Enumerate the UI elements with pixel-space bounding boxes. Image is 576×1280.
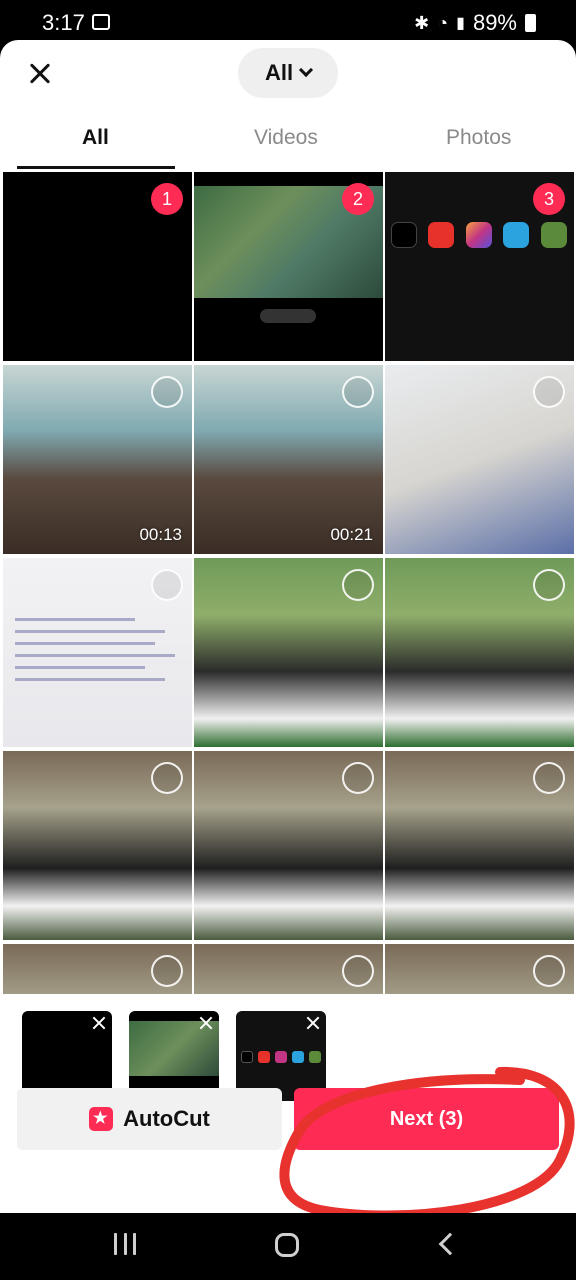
autocut-button[interactable]: AutoCut xyxy=(17,1088,282,1150)
grid-item[interactable]: 3 xyxy=(385,172,574,361)
autocut-label: AutoCut xyxy=(123,1106,210,1131)
grid-item[interactable]: 2 xyxy=(194,172,383,361)
grid-item[interactable] xyxy=(3,558,192,747)
recents-icon[interactable] xyxy=(114,1233,136,1255)
photo-icon xyxy=(92,14,110,30)
home-icon[interactable] xyxy=(275,1233,299,1257)
close-icon[interactable] xyxy=(20,54,60,94)
status-icons: ✱ ◔ ▮ 89% xyxy=(414,10,536,36)
grid-item[interactable] xyxy=(385,365,574,554)
chevron-down-icon xyxy=(298,62,314,78)
system-nav-bar xyxy=(0,1213,576,1280)
grid-item[interactable] xyxy=(3,751,192,940)
grid-item[interactable] xyxy=(385,558,574,747)
selection-number: 1 xyxy=(151,183,183,215)
grid-item[interactable] xyxy=(194,751,383,940)
next-button[interactable]: Next (3) xyxy=(294,1088,559,1150)
select-circle[interactable] xyxy=(151,762,183,794)
grid-item[interactable]: 1 xyxy=(3,172,192,361)
grid-item[interactable] xyxy=(194,944,383,994)
album-dropdown[interactable]: All xyxy=(238,48,338,98)
wifi-icon: ◔ xyxy=(437,12,449,33)
select-circle[interactable] xyxy=(342,569,374,601)
signal-icon: ▮ xyxy=(456,15,465,32)
remove-icon[interactable] xyxy=(304,1014,322,1032)
grid-item[interactable] xyxy=(3,944,192,994)
grid-item[interactable]: 00:21 xyxy=(194,365,383,554)
select-circle[interactable] xyxy=(533,955,565,987)
next-label: Next (3) xyxy=(389,1107,464,1130)
select-circle[interactable] xyxy=(533,376,565,408)
select-circle[interactable] xyxy=(151,376,183,408)
full-screen-label xyxy=(260,309,316,323)
select-circle[interactable] xyxy=(151,955,183,987)
album-label: All xyxy=(264,60,294,85)
back-icon[interactable] xyxy=(438,1232,462,1256)
tab-all[interactable]: All xyxy=(82,126,109,150)
status-bar: 3:17 ✱ ◔ ▮ 89% xyxy=(0,0,576,44)
media-picker-sheet: All All Videos Photos 1 2 3 00:13 00:21 … xyxy=(0,40,576,1213)
selection-number: 2 xyxy=(342,183,374,215)
grid-item[interactable] xyxy=(385,751,574,940)
autocut-icon xyxy=(89,1107,114,1131)
tab-indicator xyxy=(17,166,175,169)
bluetooth-icon: ✱ xyxy=(414,12,430,33)
select-circle[interactable] xyxy=(151,569,183,601)
grid-item[interactable] xyxy=(194,558,383,747)
remove-icon[interactable] xyxy=(197,1014,215,1032)
media-grid: 1 2 3 00:13 00:21 xyxy=(0,172,576,994)
battery-icon xyxy=(525,14,536,32)
select-circle[interactable] xyxy=(533,569,565,601)
select-circle[interactable] xyxy=(342,376,374,408)
status-time: 3:17 xyxy=(42,10,85,35)
video-duration: 00:21 xyxy=(330,525,373,544)
grid-item[interactable] xyxy=(385,944,574,994)
remove-icon[interactable] xyxy=(90,1014,108,1032)
selection-number: 3 xyxy=(533,183,565,215)
tab-videos[interactable]: Videos xyxy=(254,126,318,150)
grid-item[interactable]: 00:13 xyxy=(3,365,192,554)
battery-level: 89% xyxy=(472,10,517,35)
tab-photos[interactable]: Photos xyxy=(446,126,511,150)
video-duration: 00:13 xyxy=(139,525,182,544)
select-circle[interactable] xyxy=(533,762,565,794)
select-circle[interactable] xyxy=(342,955,374,987)
media-tabs: All Videos Photos xyxy=(0,112,576,169)
select-circle[interactable] xyxy=(342,762,374,794)
